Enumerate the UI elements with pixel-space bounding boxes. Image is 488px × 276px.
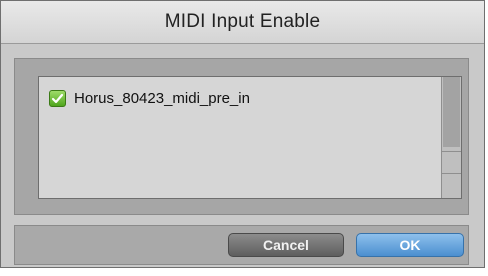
cancel-button[interactable]: Cancel bbox=[228, 233, 344, 257]
midi-input-label: Horus_80423_midi_pre_in bbox=[74, 89, 250, 107]
scroll-up-button[interactable] bbox=[442, 151, 461, 173]
title-bar: MIDI Input Enable bbox=[1, 1, 484, 44]
ok-button[interactable]: OK bbox=[356, 233, 464, 257]
list-item[interactable]: Horus_80423_midi_pre_in bbox=[49, 87, 250, 109]
vertical-scrollbar[interactable] bbox=[441, 77, 461, 198]
midi-input-list[interactable]: Horus_80423_midi_pre_in bbox=[38, 76, 462, 199]
enable-checkbox[interactable] bbox=[49, 89, 66, 107]
scroll-down-button[interactable] bbox=[442, 173, 461, 198]
dialog-title: MIDI Input Enable bbox=[164, 11, 321, 32]
checkmark-icon bbox=[51, 93, 64, 103]
scrollbar-thumb[interactable] bbox=[443, 77, 460, 147]
